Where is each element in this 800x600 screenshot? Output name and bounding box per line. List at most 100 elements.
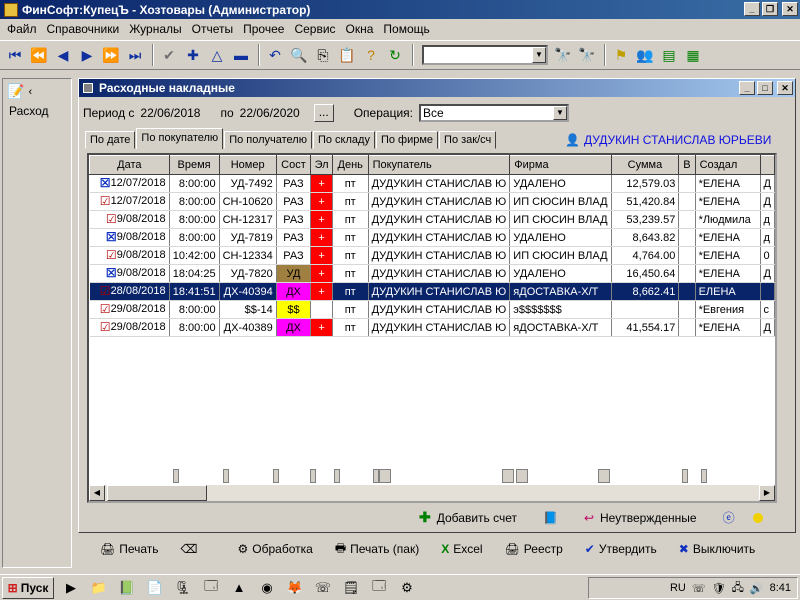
col-el[interactable]: Эл	[310, 155, 333, 175]
col-scroll-handle[interactable]	[173, 469, 179, 483]
menu-journals[interactable]: Журналы	[124, 22, 186, 36]
find-next-icon[interactable]: 🔭	[552, 44, 574, 66]
filter-icon[interactable]: ⚑	[610, 44, 632, 66]
remove-icon[interactable]: ▬	[230, 44, 252, 66]
col-creator[interactable]: Создал	[694, 155, 761, 175]
horizontal-scrollbar[interactable]: ◀ ▶	[89, 485, 775, 501]
excel-button[interactable]: X Excel	[441, 542, 482, 556]
active-app-icon[interactable]: 🗔	[368, 578, 390, 598]
processing-button[interactable]: ⚙ Обработка	[238, 542, 313, 556]
tab-by-recipient[interactable]: По получателю	[224, 131, 312, 149]
operation-select[interactable]: Все ▼	[418, 104, 569, 122]
menu-reports[interactable]: Отчеты	[187, 22, 238, 36]
selected-customer[interactable]: 👤 ДУДУКИН СТАНИСЛАВ ЮРЬЕВИ	[565, 133, 771, 147]
collapse-icon[interactable]: ‹	[28, 86, 32, 98]
close-button[interactable]: ✕	[782, 2, 798, 16]
tab-by-buyer[interactable]: По покупателю	[136, 128, 224, 149]
doc-minimize-button[interactable]: _	[739, 81, 755, 95]
users-icon[interactable]: 👥	[634, 44, 656, 66]
minimize-button[interactable]: _	[744, 2, 760, 16]
network-icon[interactable]: 🖧	[732, 579, 744, 598]
col-day[interactable]: День	[331, 155, 369, 175]
table-row[interactable]: ☒ 12/07/2018 8:00:00 УД-7492 РАЗ + пт ДУДУКИН С…	[89, 174, 775, 193]
registry-button[interactable]: 🖨 Реестр	[505, 542, 563, 556]
undo-icon[interactable]: ↶	[264, 44, 286, 66]
archiver-icon[interactable]: 🗜	[172, 578, 194, 598]
batch-print-button[interactable]: 🖶 Печать (пак)	[335, 539, 419, 560]
add-invoice-button[interactable]: ✚ Добавить счет	[419, 509, 517, 526]
col-date[interactable]: Дата	[89, 155, 170, 175]
book-app-icon[interactable]: 📗	[116, 578, 138, 598]
folder-icon[interactable]: 📁	[88, 578, 110, 598]
scroll-thumb[interactable]	[107, 485, 207, 501]
table-row[interactable]: ☑ 9/08/2018 8:00:00 СН-12317 РАЗ + пт ДУДУКИН С…	[89, 210, 775, 229]
find-prev-icon[interactable]: 🔭	[576, 44, 598, 66]
left-panel-label[interactable]: Расход	[3, 104, 71, 118]
viber-icon[interactable]: ☏	[312, 578, 334, 598]
select-period-button[interactable]: ...	[313, 104, 334, 122]
pdf-icon[interactable]: 📄	[144, 578, 166, 598]
help-icon[interactable]: ?	[360, 44, 382, 66]
table-row[interactable]: ☒ 9/08/2018 18:04:25 УД-7820 УД + пт ДУДУКИН СТ…	[89, 264, 775, 283]
prev-page-icon[interactable]: ⏪	[28, 44, 50, 66]
start-button[interactable]: ⊞ Пуск	[2, 576, 54, 599]
menu-help[interactable]: Помощь	[378, 22, 434, 36]
approve-button[interactable]: ✔ Утвердить	[585, 542, 657, 556]
language-indicator[interactable]: RU	[670, 582, 686, 594]
doc-close-button[interactable]: ✕	[777, 81, 793, 95]
menu-other[interactable]: Прочее	[238, 22, 289, 36]
col-sum[interactable]: Сумма	[610, 155, 680, 175]
table-row[interactable]: ☑ 29/08/2018 8:00:00 $$-14 $$ пт ДУДУКИН СТАНИ…	[89, 300, 775, 319]
triangle-icon[interactable]: △	[206, 44, 228, 66]
firefox-icon[interactable]: 🦊	[284, 578, 306, 598]
copy-icon[interactable]: ⎘	[312, 44, 334, 66]
windows-icon[interactable]: ▤	[658, 44, 680, 66]
col-scroll-handle[interactable]	[310, 469, 316, 483]
table-row[interactable]: ☑ 12/07/2018 8:00:00 СН-10620 РАЗ + пт ДУДУКИН …	[89, 192, 775, 211]
col-number[interactable]: Номер	[218, 155, 277, 175]
shield-icon[interactable]: 🛡	[712, 582, 726, 595]
col-scroll-left[interactable]	[516, 469, 528, 483]
doc-maximize-button[interactable]: □	[757, 81, 773, 95]
col-scroll-handle[interactable]	[701, 469, 707, 483]
table-row[interactable]: ☑ 29/08/2018 8:00:00 ДХ-40389 ДХ + пт ДУДУКИН С…	[89, 318, 775, 337]
last-record-icon[interactable]: ⏭	[124, 44, 146, 66]
volume-icon[interactable]: 🔊	[750, 582, 764, 595]
date-to[interactable]: 22/06/2020	[240, 106, 300, 120]
cascade-icon[interactable]: ▦	[682, 44, 704, 66]
col-buyer[interactable]: Покупатель	[367, 155, 511, 175]
tab-by-date[interactable]: По дате	[85, 131, 136, 149]
search-icon[interactable]: 🔍	[288, 44, 310, 66]
table-row[interactable]: ☒ 9/08/2018 8:00:00 УД-7819 РАЗ + пт ДУДУКИН СТ…	[89, 228, 775, 247]
add-icon[interactable]: ✚	[182, 44, 204, 66]
media-icon[interactable]: ▶	[60, 578, 82, 598]
table-row[interactable]: ☑ 9/08/2018 10:42:00 СН-12334 РАЗ + пт ДУДУКИН …	[89, 246, 775, 265]
settings-app-icon[interactable]: ⚙	[396, 578, 418, 598]
scroll-right-button[interactable]: ▶	[759, 485, 775, 501]
col-state[interactable]: Сост	[275, 155, 312, 175]
clock[interactable]: 8:41	[770, 582, 791, 594]
col-scroll-left[interactable]	[379, 469, 391, 483]
triangle-app-icon[interactable]: ▲	[228, 578, 250, 598]
menu-file[interactable]: Файл	[2, 22, 42, 36]
col-scroll-handle[interactable]	[223, 469, 229, 483]
col-scroll-right[interactable]	[502, 469, 514, 483]
chrome-icon[interactable]: ◉	[256, 578, 278, 598]
tab-by-order[interactable]: По зак/сч	[439, 131, 497, 149]
date-from[interactable]: 22/06/2018	[140, 106, 200, 120]
menu-service[interactable]: Сервис	[289, 22, 340, 36]
menu-windows[interactable]: Окна	[341, 22, 379, 36]
eraser-button[interactable]: ⌫	[181, 542, 198, 556]
toolbar-search-combo[interactable]: ▼	[422, 45, 548, 65]
tab-by-firm[interactable]: По фирме	[375, 131, 439, 149]
col-scroll-handle[interactable]	[334, 469, 340, 483]
restore-button[interactable]: ❐	[762, 2, 778, 16]
unconfirmed-button[interactable]: ↩ Неутвержденные	[584, 511, 697, 525]
col-firm[interactable]: Фирма	[509, 155, 612, 175]
paste-icon[interactable]: 📋	[336, 44, 358, 66]
col-extra[interactable]	[759, 155, 775, 175]
next-page-icon[interactable]: ⏩	[100, 44, 122, 66]
notes-icon[interactable]: 🗒	[340, 578, 362, 598]
next-record-icon[interactable]: ▶	[76, 44, 98, 66]
col-time[interactable]: Время	[168, 155, 220, 175]
